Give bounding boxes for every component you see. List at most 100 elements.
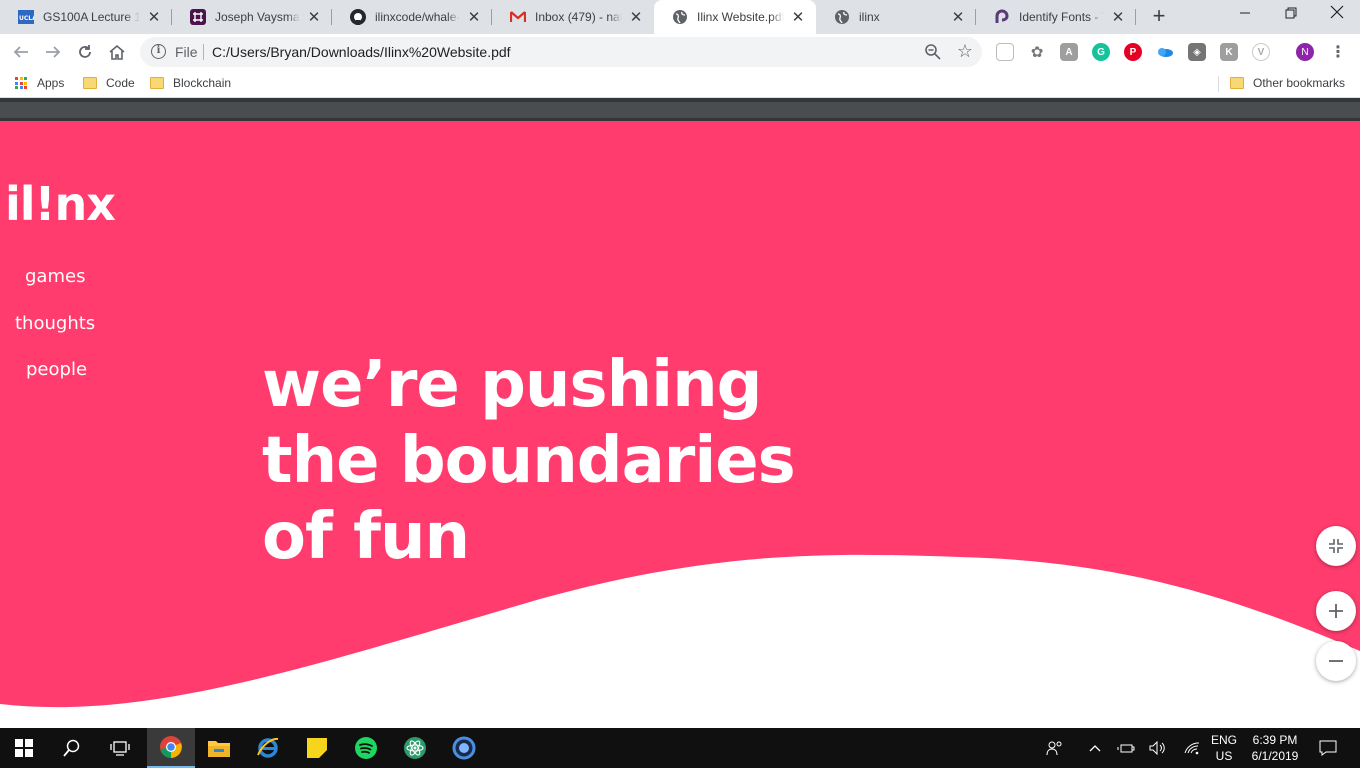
extension-grammarly-icon[interactable]: G bbox=[1092, 43, 1110, 61]
taskbar-app[interactable] bbox=[440, 728, 488, 768]
bookmark-folder-blockchain[interactable]: Blockchain bbox=[150, 76, 231, 90]
close-window-button[interactable] bbox=[1314, 0, 1360, 30]
tab-title: Identify Fonts - Th bbox=[1019, 10, 1104, 24]
atom-icon bbox=[404, 737, 426, 759]
restore-icon bbox=[1285, 7, 1297, 19]
start-button[interactable] bbox=[0, 728, 48, 768]
taskbar-file-explorer[interactable] bbox=[195, 728, 243, 768]
task-view-icon bbox=[110, 741, 130, 756]
windows-taskbar: ENG US 6:39 PM 6/1/2019 bbox=[0, 728, 1360, 768]
extension-acrobat-icon[interactable]: A bbox=[1060, 43, 1078, 61]
tab-identify-fonts[interactable]: Identify Fonts - Th ✕ bbox=[976, 0, 1136, 34]
close-tab-icon[interactable]: ✕ bbox=[790, 8, 806, 26]
wifi-icon bbox=[1184, 742, 1200, 755]
hero-headline: we’re pushing the boundaries of fun bbox=[262, 347, 796, 575]
headline-line: the boundaries bbox=[262, 424, 796, 498]
folder-icon bbox=[150, 77, 164, 89]
search-button[interactable] bbox=[48, 728, 96, 768]
forward-button[interactable] bbox=[40, 39, 66, 65]
battery-button[interactable] bbox=[1114, 728, 1138, 768]
nav-people[interactable]: people bbox=[26, 359, 87, 380]
folder-icon bbox=[208, 741, 230, 757]
minimize-button[interactable] bbox=[1222, 0, 1268, 30]
task-view-button[interactable] bbox=[96, 728, 144, 768]
show-hidden-icons-button[interactable] bbox=[1084, 728, 1106, 768]
home-button[interactable] bbox=[104, 39, 130, 65]
taskbar-chrome[interactable] bbox=[147, 728, 195, 768]
folder-icon bbox=[83, 77, 97, 89]
menu-kebab-icon[interactable]: ⋮ bbox=[1329, 43, 1347, 61]
close-icon bbox=[1330, 5, 1344, 19]
ilinx-logo: il!nx bbox=[5, 177, 116, 231]
people-button[interactable] bbox=[1042, 728, 1068, 768]
other-bookmarks[interactable]: Other bookmarks bbox=[1230, 76, 1345, 90]
tab-gmail[interactable]: Inbox (479) - natal ✕ bbox=[492, 0, 654, 34]
nav-games[interactable]: games bbox=[25, 266, 85, 287]
nav-thoughts[interactable]: thoughts bbox=[15, 313, 95, 334]
tab-title: ilinx bbox=[859, 10, 880, 24]
home-icon bbox=[109, 44, 125, 60]
zoom-in-button[interactable] bbox=[1316, 591, 1356, 631]
gmail-icon bbox=[510, 9, 526, 25]
taskbar-atom[interactable] bbox=[391, 728, 439, 768]
back-button[interactable] bbox=[8, 39, 34, 65]
bookmark-label: Code bbox=[106, 76, 135, 90]
taskbar-spotify[interactable] bbox=[342, 728, 390, 768]
power-icon bbox=[1117, 744, 1135, 753]
input-language-button[interactable]: ENG US bbox=[1206, 732, 1242, 764]
close-tab-icon[interactable]: ✕ bbox=[466, 8, 482, 26]
protocol-label: File bbox=[175, 44, 198, 60]
bookmark-folder-code[interactable]: Code bbox=[83, 76, 135, 90]
speaker-icon bbox=[1149, 741, 1165, 755]
fit-page-button[interactable] bbox=[1316, 526, 1356, 566]
reload-button[interactable] bbox=[72, 39, 98, 65]
close-tab-icon[interactable]: ✕ bbox=[628, 8, 644, 26]
bookmark-star-icon[interactable]: ☆ bbox=[957, 41, 973, 62]
tab-gs100a[interactable]: UCLA GS100A Lecture 17 ✕ bbox=[0, 0, 172, 34]
taskbar-sticky-notes[interactable] bbox=[293, 728, 341, 768]
zoom-in-icon bbox=[1329, 604, 1343, 618]
minimize-icon bbox=[1240, 12, 1250, 14]
address-bar[interactable]: i File C:/Users/Bryan/Downloads/Ilinx%20… bbox=[140, 37, 982, 67]
globe-icon bbox=[672, 9, 688, 25]
extension-v-icon[interactable]: V bbox=[1252, 43, 1270, 61]
tab-ilinx-website-pdf[interactable]: Ilinx Website.pdf ✕ bbox=[654, 0, 816, 34]
tab-ilinx[interactable]: ilinx ✕ bbox=[816, 0, 976, 34]
tab-github[interactable]: ilinxcode/whale-bo ✕ bbox=[332, 0, 492, 34]
bookmarks-bar: Apps Code Blockchain Other bookmarks bbox=[0, 70, 1360, 98]
extension-onedrive-icon[interactable] bbox=[1156, 43, 1174, 61]
action-center-button[interactable] bbox=[1314, 728, 1342, 768]
tab-title: Joseph Vaysman | bbox=[215, 10, 300, 24]
extension-k-icon[interactable]: K bbox=[1220, 43, 1238, 61]
bookmark-apps[interactable]: Apps bbox=[15, 76, 64, 90]
wifi-button[interactable] bbox=[1180, 728, 1204, 768]
tab-separator bbox=[1135, 9, 1136, 25]
bookmark-label: Blockchain bbox=[173, 76, 232, 90]
zoom-out-icon bbox=[1329, 660, 1343, 662]
taskbar-edge[interactable] bbox=[244, 728, 292, 768]
clock-button[interactable]: 6:39 PM 6/1/2019 bbox=[1244, 732, 1306, 764]
back-arrow-icon bbox=[13, 46, 28, 58]
zoom-out-button[interactable] bbox=[1316, 641, 1356, 681]
close-tab-icon[interactable]: ✕ bbox=[950, 8, 966, 26]
restore-button[interactable] bbox=[1268, 0, 1314, 30]
extension-pinterest-icon[interactable]: P bbox=[1124, 43, 1142, 61]
close-tab-icon[interactable]: ✕ bbox=[1110, 8, 1126, 26]
volume-button[interactable] bbox=[1146, 728, 1170, 768]
extension-box-icon[interactable]: ◈ bbox=[1188, 43, 1206, 61]
tab-strip: UCLA GS100A Lecture 17 ✕ Joseph Vaysman … bbox=[0, 0, 1360, 34]
close-tab-icon[interactable]: ✕ bbox=[306, 8, 322, 26]
tab-joseph-vaysman[interactable]: Joseph Vaysman | ✕ bbox=[172, 0, 332, 34]
people-icon bbox=[1046, 741, 1062, 756]
extension-pocket-icon[interactable] bbox=[996, 43, 1014, 61]
chrome-icon bbox=[160, 736, 182, 758]
new-tab-button[interactable]: + bbox=[1147, 5, 1171, 29]
profile-avatar[interactable]: N bbox=[1296, 43, 1314, 61]
close-tab-icon[interactable]: ✕ bbox=[146, 8, 162, 26]
site-info-icon[interactable]: i bbox=[151, 44, 166, 59]
zoom-icon[interactable] bbox=[924, 43, 942, 66]
github-icon bbox=[350, 9, 366, 25]
address-url[interactable]: C:/Users/Bryan/Downloads/Ilinx%20Website… bbox=[212, 44, 511, 60]
tab-title: ilinxcode/whale-bo bbox=[375, 10, 460, 24]
extension-paw-icon[interactable]: ✿ bbox=[1028, 43, 1046, 61]
